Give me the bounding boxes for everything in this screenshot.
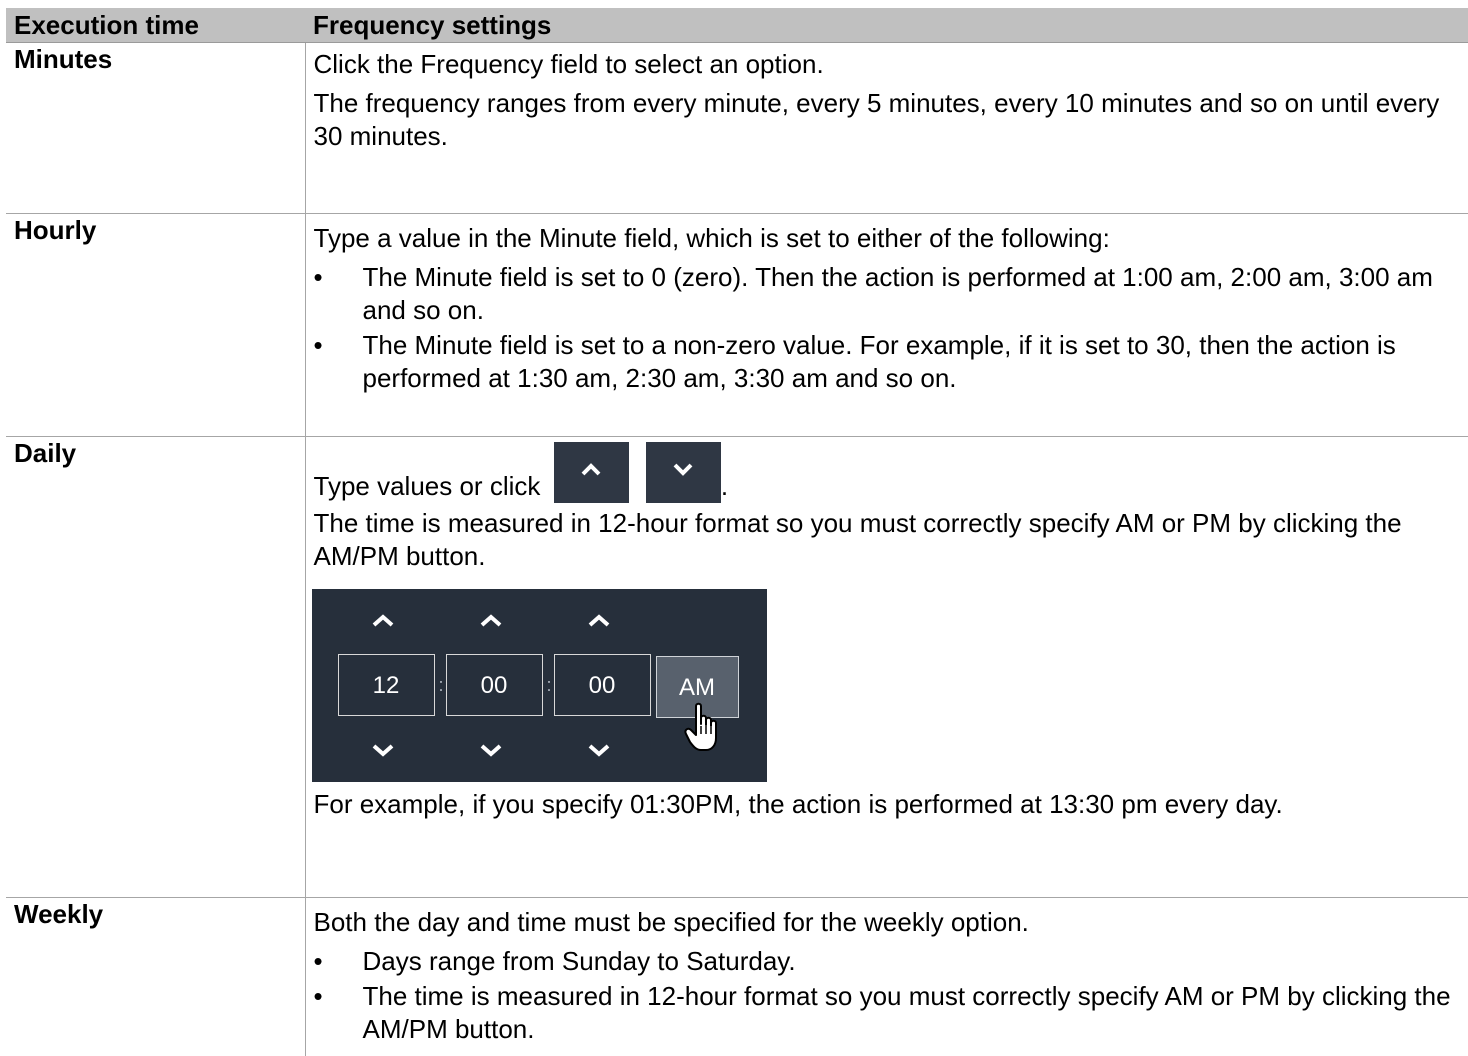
daily-type-line: Type values or click . — [314, 442, 1463, 503]
list-item: • The time is measured in 12-hour format… — [314, 980, 1463, 1046]
weekly-bullet-2: The time is measured in 12-hour format s… — [363, 981, 1451, 1044]
minute-field: 00 — [446, 654, 543, 716]
bullet-icon: • — [314, 945, 334, 978]
daily-type-prefix: Type values or click — [314, 471, 541, 501]
execution-time-table: Execution time Frequency settings Minute… — [6, 8, 1468, 1056]
chevron-up-icon — [372, 613, 394, 627]
table-header-row: Execution time Frequency settings — [6, 8, 1468, 43]
chevron-up-icon — [480, 613, 502, 627]
time-separator: : — [439, 671, 444, 699]
table-row-weekly: Weekly Both the day and time must be spe… — [6, 898, 1468, 1056]
row-label-hourly: Hourly — [6, 214, 305, 437]
hourly-bullet-1: The Minute field is set to 0 (zero). The… — [363, 262, 1433, 325]
weekly-intro: Both the day and time must be specified … — [314, 906, 1463, 939]
row-content-hourly: Type a value in the Minute field, which … — [305, 214, 1468, 437]
weekly-bullet-1: Days range from Sunday to Saturday. — [363, 946, 796, 976]
bullet-icon: • — [314, 261, 334, 294]
time-separator: : — [547, 671, 552, 699]
daily-example: For example, if you specify 01:30PM, the… — [314, 788, 1463, 821]
daily-type-suffix: . — [721, 471, 728, 501]
header-frequency-settings: Frequency settings — [305, 8, 1468, 43]
table-row-daily: Daily Type values or click . The time is… — [6, 437, 1468, 898]
row-label-daily: Daily — [6, 437, 305, 898]
decrement-button-sample — [646, 442, 721, 503]
hourly-intro: Type a value in the Minute field, which … — [314, 222, 1463, 255]
minutes-paragraph-2: The frequency ranges from every minute, … — [314, 87, 1463, 153]
list-item: • The Minute field is set to a non-zero … — [314, 329, 1463, 395]
increment-button-sample — [554, 442, 629, 503]
chevron-up-icon — [588, 613, 610, 627]
row-label-weekly: Weekly — [6, 898, 305, 1056]
row-content-daily: Type values or click . The time is measu… — [305, 437, 1468, 898]
table-row-hourly: Hourly Type a value in the Minute field,… — [6, 214, 1468, 437]
list-item: • Days range from Sunday to Saturday. — [314, 945, 1463, 978]
list-item: • The Minute field is set to 0 (zero). T… — [314, 261, 1463, 327]
hourly-bullet-2: The Minute field is set to a non-zero va… — [363, 330, 1396, 393]
row-content-minutes: Click the Frequency field to select an o… — [305, 43, 1468, 214]
minutes-paragraph-1: Click the Frequency field to select an o… — [314, 48, 1463, 81]
chevron-down-icon — [480, 743, 502, 757]
hand-pointer-icon — [684, 702, 724, 754]
chevron-up-icon — [581, 462, 601, 476]
bullet-icon: • — [314, 329, 334, 362]
daily-format-note: The time is measured in 12-hour format s… — [314, 507, 1463, 573]
weekly-bullet-list: • Days range from Sunday to Saturday. • … — [314, 945, 1463, 1046]
chevron-down-icon — [588, 743, 610, 757]
header-execution-time: Execution time — [6, 8, 305, 43]
hour-field: 12 — [338, 654, 435, 716]
row-label-minutes: Minutes — [6, 43, 305, 214]
second-field: 00 — [554, 654, 651, 716]
chevron-down-icon — [673, 462, 693, 476]
table-row-minutes: Minutes Click the Frequency field to sel… — [6, 43, 1468, 214]
row-content-weekly: Both the day and time must be specified … — [305, 898, 1468, 1056]
hourly-bullet-list: • The Minute field is set to 0 (zero). T… — [314, 261, 1463, 395]
chevron-down-icon — [372, 743, 394, 757]
bullet-icon: • — [314, 980, 334, 1013]
time-picker-example: 12 : 00 : 00 AM — [312, 589, 767, 782]
